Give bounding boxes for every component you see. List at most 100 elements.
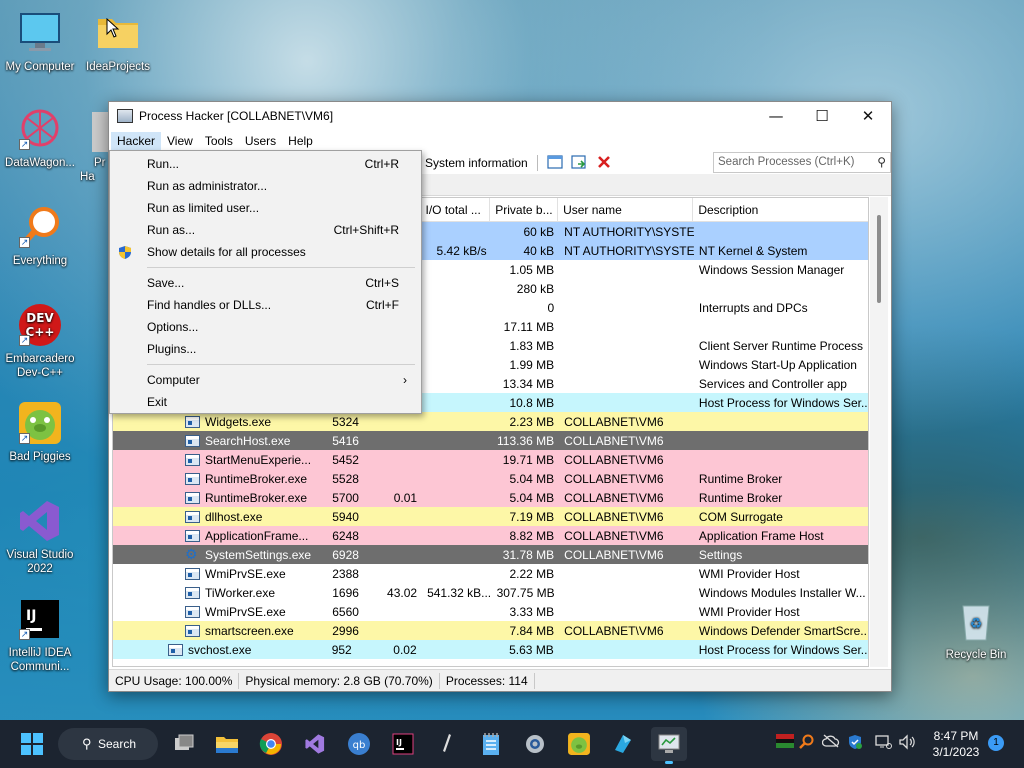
menu-hacker[interactable]: Hacker [111,132,162,150]
app-taskbar-icon[interactable] [609,730,637,758]
menu-item-options[interactable]: Options... [110,316,421,338]
taskbar-clock[interactable]: 8:47 PM 3/1/2023 [926,728,986,760]
process-name-text: StartMenuExperie... [205,452,312,467]
menu-item-save[interactable]: Save... Ctrl+S [110,272,421,294]
desktop-icon-my-computer[interactable]: My Computer [0,10,80,74]
search-icon[interactable]: ⚲ [877,155,886,169]
qbittorrent-icon[interactable]: qb [345,730,373,758]
table-row[interactable]: svchost.exe 952 0.02 5.63 MB Host Process fo… [113,640,868,659]
column-private-bytes[interactable]: Private b... [490,198,559,221]
menu-help[interactable]: Help [282,132,319,150]
process-window-icon [185,567,200,580]
window-icon[interactable] [547,155,563,169]
column-description[interactable]: Description [693,198,868,221]
pid-cell: 6928 [332,547,359,562]
menu-item-computer[interactable]: Computer › [110,369,421,391]
start-button[interactable] [18,730,46,758]
menu-item-label: Options... [147,320,199,334]
menu-users[interactable]: Users [239,132,282,150]
table-row[interactable]: WmiPrvSE.exe 6560 3.33 MB WMI Provider Host [113,602,868,621]
find-window-icon[interactable] [571,155,587,169]
process-name-cell: RuntimeBroker.exe [113,472,327,486]
search-processes-input[interactable]: Search Processes (Ctrl+K) ⚲ [713,152,891,173]
svg-text:IJ: IJ [26,608,36,624]
column-user-name[interactable]: User name [558,198,694,221]
process-window-icon [185,529,200,542]
notification-badge[interactable]: 1 [988,735,1004,751]
hacker-menu-dropdown: Run... Ctrl+R Run as administrator... Ru… [109,150,422,414]
close-button[interactable]: ✕ [845,102,891,130]
process-hacker-app-icon [117,109,133,123]
tray-network-icon[interactable] [874,734,892,754]
shortcut-arrow-icon: ↗ [19,139,30,150]
description-cell: Windows Modules Installer W... [698,585,866,600]
vertical-scrollbar[interactable] [870,197,888,667]
intellij-taskbar-icon[interactable]: IJ [389,730,417,758]
table-row[interactable]: SearchHost.exe 5416 113.36 MB COLLABNET\VM6 [113,431,868,450]
title-bar[interactable]: Process Hacker [COLLABNET\VM6] — ☐ ✕ [109,102,891,130]
file-explorer-icon[interactable] [213,730,241,758]
menu-item-exit[interactable]: Exit [110,391,421,413]
taskbar-search-button[interactable]: ⚲ Search [58,728,158,760]
notepad-icon[interactable] [477,730,505,758]
menu-item-run[interactable]: Run... Ctrl+R [110,153,421,175]
minimize-button[interactable]: — [753,102,799,130]
table-row[interactable]: dllhost.exe 5940 7.19 MB COLLABNET\VM6 COM S… [113,507,868,526]
process-name-cell: smartscreen.exe [113,624,327,638]
desktop-icon-datawagon[interactable]: ↗ DataWagon... [0,106,80,170]
settings-gear-icon [185,548,200,562]
visual-studio-taskbar-icon[interactable] [301,730,329,758]
chrome-icon[interactable] [257,730,285,758]
desktop-icon-devcpp[interactable]: DEV C++ ↗ Embarcadero Dev-C++ [0,302,80,380]
menu-item-run-as-administrator[interactable]: Run as administrator... [110,175,421,197]
table-row[interactable]: RuntimeBroker.exe 5700 0.01 5.04 MB COLLABNE… [113,488,868,507]
tray-security-icon[interactable] [847,734,863,754]
desktop-icon-intellij[interactable]: IJ ↗ IntelliJ IDEA Communi... [0,596,80,674]
maximize-button[interactable]: ☐ [799,102,845,130]
process-hacker-taskbar-button[interactable] [651,727,687,764]
tray-cloud-icon[interactable] [821,734,840,752]
settings-gear-icon[interactable] [521,730,549,758]
description-cell: Host Process for Windows Ser... [698,642,868,657]
tray-flag-icon[interactable] [776,734,794,752]
menu-item-shortcut: Ctrl+F [366,298,399,312]
system-information-button[interactable]: System information [425,156,528,170]
table-row[interactable]: StartMenuExperie... 5452 19.71 MB COLLABNET… [113,450,868,469]
active-indicator [665,761,673,764]
user-name-cell: NT AUTHORITY\SYSTEM [564,224,694,239]
process-window-icon [185,624,200,637]
tray-volume-icon[interactable] [898,734,916,754]
user-name-cell: COLLABNET\VM6 [564,414,664,429]
desktop-icon-recycle-bin[interactable]: ♻ Recycle Bin [936,598,1016,662]
terminate-icon[interactable] [596,155,612,169]
private-bytes-cell: 1.83 MB [509,338,555,353]
menu-item-shortcut: Ctrl+Shift+R [333,223,399,237]
description-cell: WMI Provider Host [698,566,800,581]
menu-item-find-handles[interactable]: Find handles or DLLs... Ctrl+F [110,294,421,316]
menu-view[interactable]: View [161,132,199,150]
task-view-icon[interactable] [170,730,198,758]
tray-search-everything-icon[interactable] [798,734,814,754]
menu-separator [147,364,415,365]
pen-icon[interactable] [433,730,461,758]
menu-tools[interactable]: Tools [199,132,239,150]
toolbar-separator [537,155,538,171]
menu-item-run-as[interactable]: Run as... Ctrl+Shift+R [110,219,421,241]
scrollbar-thumb[interactable] [877,215,881,303]
bad-piggies-taskbar-icon[interactable] [565,730,593,758]
table-row[interactable]: SystemSettings.exe 6928 31.78 MB COLLABNET\… [113,545,868,564]
menu-item-run-as-limited-user[interactable]: Run as limited user... [110,197,421,219]
desktop-icon-everything[interactable]: ↗ Everything [0,204,80,268]
column-io-total[interactable]: I/O total ... [421,198,491,221]
windows-logo-icon [21,733,43,755]
desktop-icon-bad-piggies[interactable]: ↗ Bad Piggies [0,400,80,464]
table-row[interactable]: TiWorker.exe 1696 43.02 541.32 kB... 307.75 … [113,583,868,602]
table-row[interactable]: ApplicationFrame... 6248 8.82 MB COLLABNET\… [113,526,868,545]
menu-item-show-details-all-processes[interactable]: Show details for all processes [110,241,421,263]
desktop-icon-visual-studio[interactable]: Visual Studio 2022 [0,498,80,576]
table-row[interactable]: smartscreen.exe 2996 7.84 MB COLLABNET\VM6 W… [113,621,868,640]
table-row[interactable]: WmiPrvSE.exe 2388 2.22 MB WMI Provider Host [113,564,868,583]
table-row[interactable]: RuntimeBroker.exe 5528 5.04 MB COLLABNET\VM… [113,469,868,488]
table-row[interactable]: Widgets.exe 5324 2.23 MB COLLABNET\VM6 [113,412,868,431]
menu-item-plugins[interactable]: Plugins... [110,338,421,360]
